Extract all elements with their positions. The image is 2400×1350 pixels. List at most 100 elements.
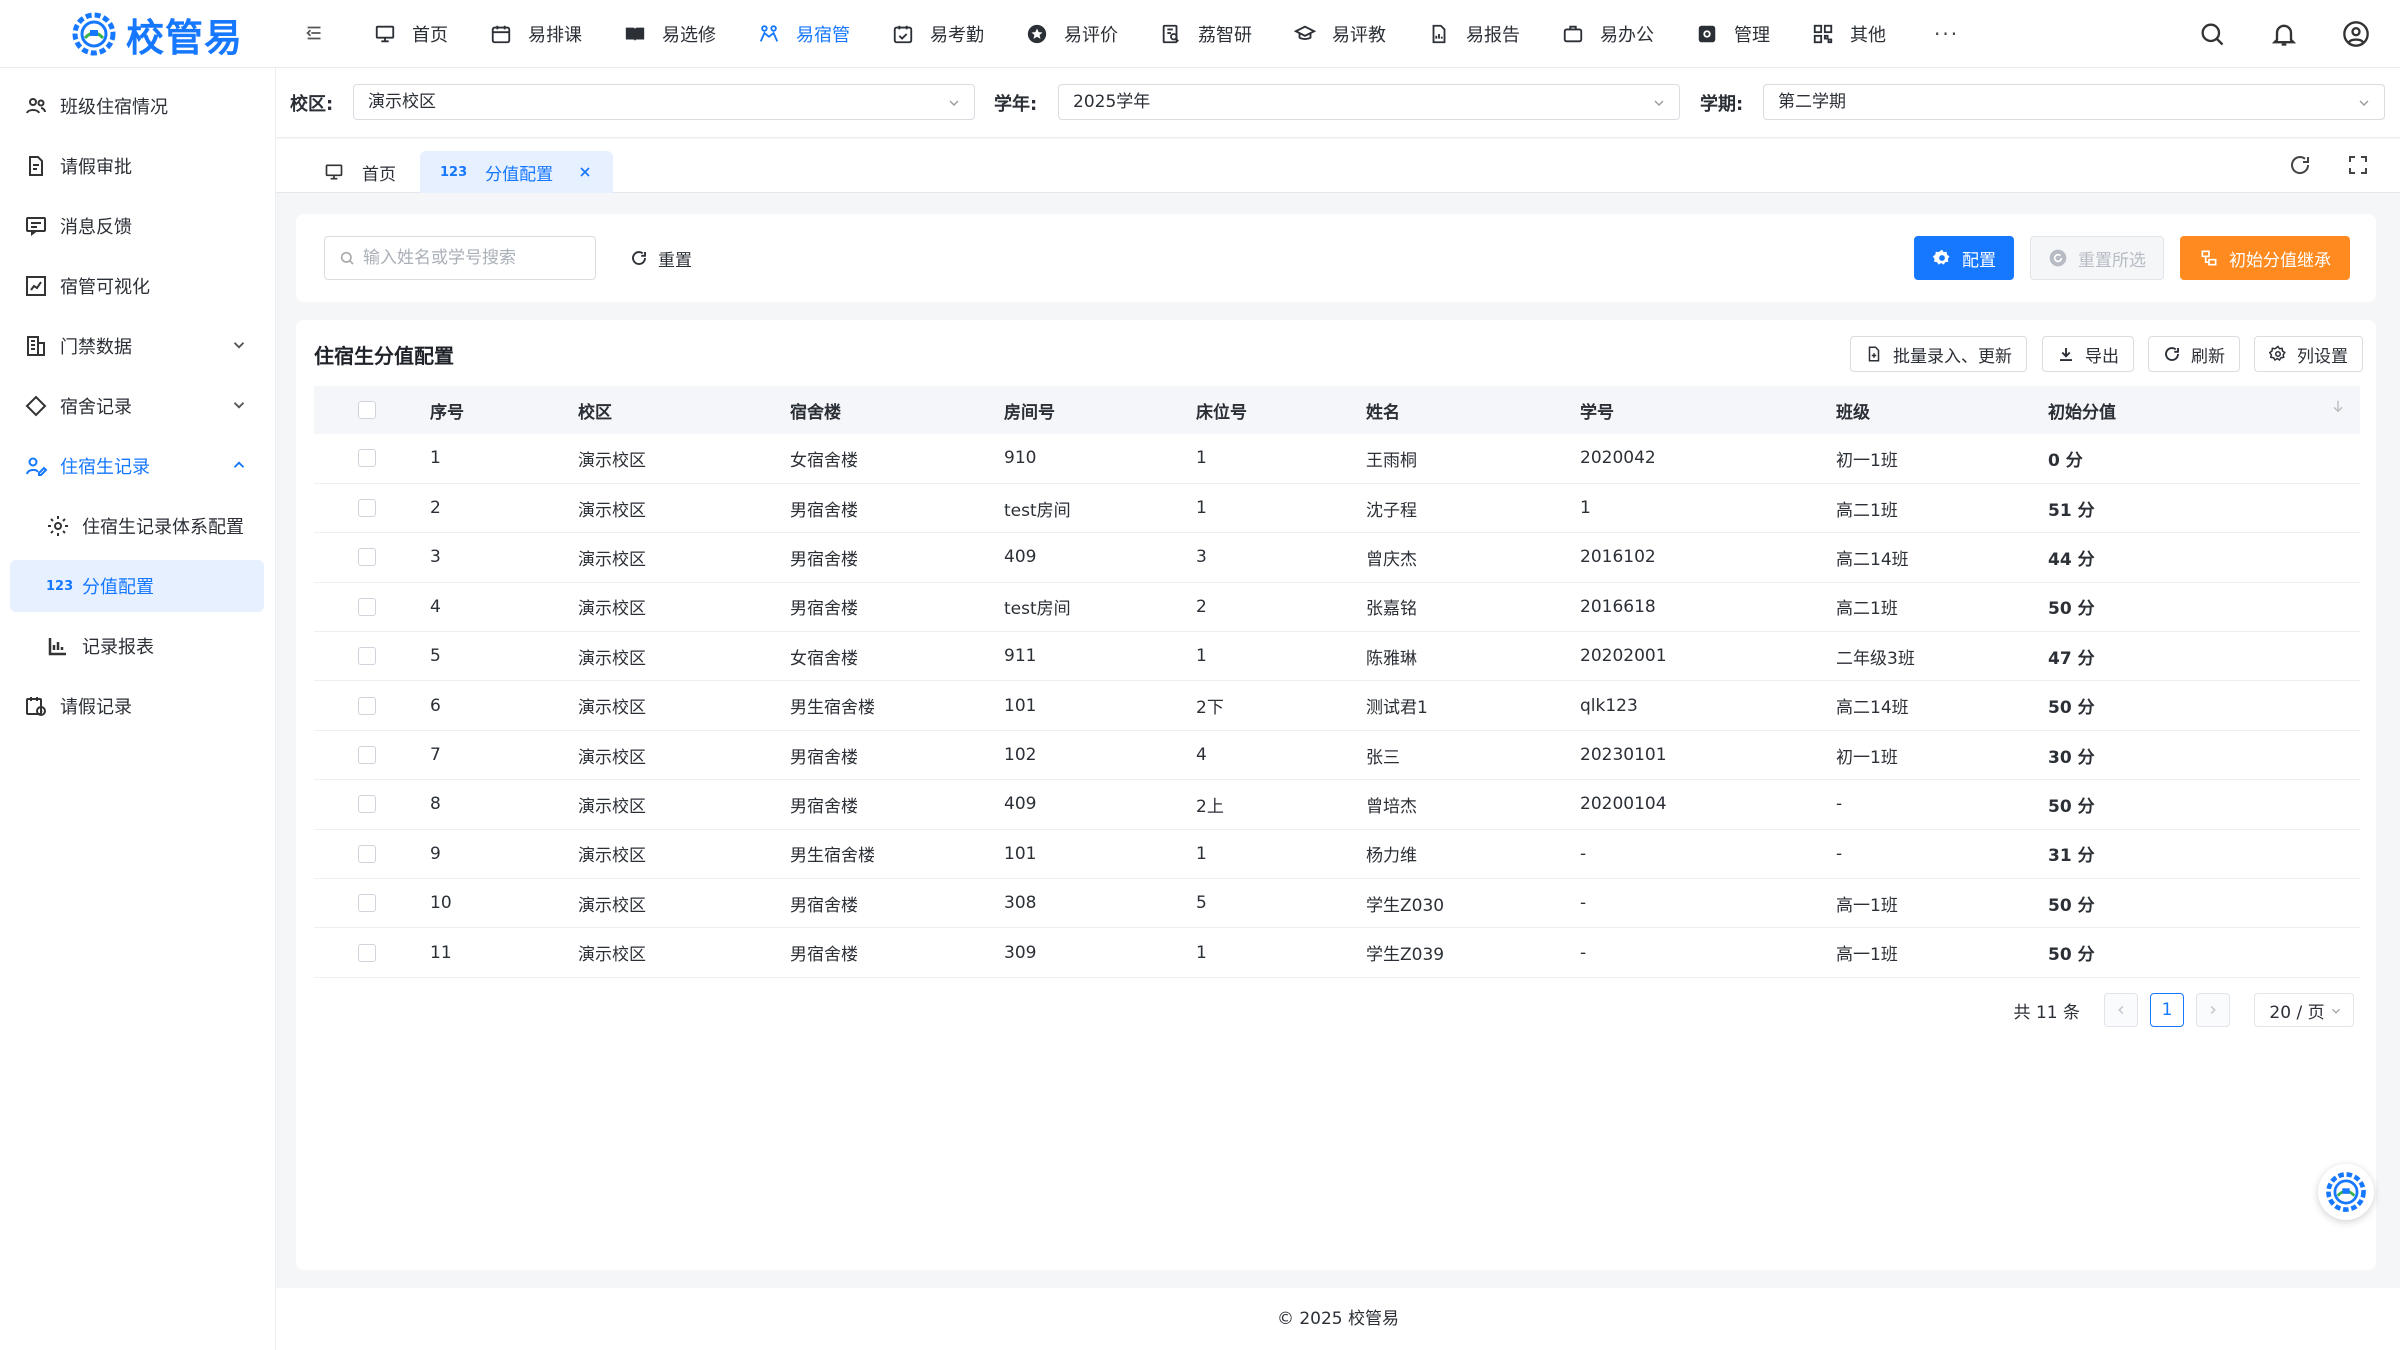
sidebar-item-dorm-visualization[interactable]: 宿管可视化 (10, 260, 264, 312)
row-select-cell[interactable] (314, 927, 430, 978)
sidebar-item-leave-approval[interactable]: 请假审批 (10, 140, 264, 192)
sidebar-item-record-report[interactable]: 记录报表 (10, 620, 264, 672)
table-cell: 2 (1196, 582, 1366, 633)
nav-electives[interactable]: 易选修 (620, 0, 740, 68)
sidebar-item-leave-records[interactable]: 请假记录 (10, 680, 264, 732)
nav-scheduling[interactable]: 易排课 (486, 0, 606, 68)
table-row[interactable]: 4 演示校区 男宿舍楼 test房间 2 张嘉铭 2016618 高二1班 50 分 (314, 582, 2360, 633)
refresh-button[interactable]: 刷新 (2148, 336, 2240, 372)
table-row[interactable]: 11 演示校区 男宿舍楼 309 1 学生Z039- 高一1班 50 分 (314, 927, 2360, 978)
table-row[interactable]: 6 演示校区 男生宿舍楼 101 2下 测试君1 qlk123 高二14班 50 分 (314, 680, 2360, 731)
nav-office[interactable]: 易办公 (1558, 0, 1678, 68)
reload-icon[interactable] (2288, 153, 2312, 177)
nav-reports[interactable]: 易报告 (1424, 0, 1544, 68)
row-select-cell[interactable] (314, 878, 430, 929)
row-select-cell[interactable] (314, 532, 430, 583)
more-menu-icon[interactable]: ··· (1934, 22, 1959, 46)
reset-button[interactable]: 重置 (630, 236, 692, 280)
export-button[interactable]: 导出 (2042, 336, 2134, 372)
search-input[interactable] (363, 248, 583, 268)
sidebar-item-label: 宿管可视化 (60, 277, 150, 298)
school-year-select[interactable]: 2025学年 (1058, 84, 1680, 120)
table-row[interactable]: 1 演示校区 女宿舍楼 910 1 王雨桐 2020042 初一1班 0 分 (314, 434, 2360, 484)
prev-page-button[interactable] (2104, 993, 2138, 1027)
nav-other[interactable]: 其他 (1808, 0, 1910, 68)
close-icon[interactable] (577, 164, 593, 180)
nav-dorm[interactable]: 易宿管 (754, 0, 874, 68)
nav-home[interactable]: 首页 (370, 0, 472, 68)
row-select-cell[interactable] (314, 680, 430, 731)
table-cell: test房间 (1004, 582, 1196, 633)
page-1-button[interactable]: 1 (2150, 993, 2184, 1027)
table-row[interactable]: 7 演示校区 男宿舍楼 102 4 张三 20230101 初一1班 30 分 (314, 730, 2360, 781)
term-select[interactable]: 第二学期 (1763, 84, 2385, 120)
table-row[interactable]: 10 演示校区 男宿舍楼 308 5 学生Z030- 高一1班 50 分 (314, 878, 2360, 929)
sidebar-item-record-system-config[interactable]: 住宿生记录体系配置 (10, 500, 264, 552)
table-cell: 陈雅琳 (1366, 631, 1580, 682)
row-checkbox[interactable] (358, 795, 376, 814)
row-checkbox[interactable] (358, 647, 376, 666)
tab-score-config[interactable]: 123 分值配置 (420, 151, 614, 193)
sidebar-item-label: 住宿生记录 (60, 457, 150, 478)
nav-teaching-eval[interactable]: 易评教 (1290, 0, 1410, 68)
nav-research[interactable]: 荔智研 (1156, 0, 1276, 68)
row-select-cell[interactable] (314, 829, 430, 880)
row-select-cell[interactable] (314, 582, 430, 633)
inherit-initial-score-button[interactable]: 初始分值继承 (2180, 236, 2350, 280)
bell-icon[interactable] (2270, 20, 2298, 48)
table-row[interactable]: 5 演示校区 女宿舍楼 911 1 陈雅琳 20202001 二年级3班 47 分 (314, 631, 2360, 682)
table-cell: 高二1班 (1836, 483, 2048, 534)
select-all-cell[interactable] (314, 386, 430, 434)
table-cell: 308 (1004, 878, 1196, 929)
config-button[interactable]: 配置 (1914, 236, 2014, 280)
sort-arrow-icon[interactable] (2330, 398, 2346, 414)
sidebar-item-label: 门禁数据 (60, 337, 132, 358)
app-logo[interactable]: 校管易 (68, 4, 243, 64)
assistant-float-button[interactable] (2318, 1164, 2374, 1220)
select-all-checkbox[interactable] (358, 401, 376, 419)
sidebar-item-dorm-records[interactable]: 宿舍记录 (10, 380, 264, 432)
row-select-cell[interactable] (314, 434, 430, 484)
table-row[interactable]: 2 演示校区 男宿舍楼 test房间 1 沈子程 1 高二1班 51 分 (314, 483, 2360, 534)
row-checkbox[interactable] (358, 499, 376, 518)
sidebar-item-message-feedback[interactable]: 消息反馈 (10, 200, 264, 252)
column-settings-button[interactable]: 列设置 (2254, 336, 2363, 372)
sidebar-item-class-accommodation[interactable]: 班级住宿情况 (10, 80, 264, 132)
fullscreen-icon[interactable] (2346, 153, 2370, 177)
score-column-header[interactable]: 初始分值 (2048, 386, 2360, 434)
nav-admin[interactable]: 管理 (1692, 0, 1794, 68)
campus-select[interactable]: 演示校区 (353, 84, 975, 120)
search-icon[interactable] (2198, 20, 2226, 48)
briefcase-icon (1563, 25, 1583, 43)
row-checkbox[interactable] (358, 746, 376, 765)
collapse-menu-icon[interactable] (304, 22, 330, 48)
row-checkbox[interactable] (358, 844, 376, 863)
search-box[interactable] (324, 236, 596, 280)
row-select-cell[interactable] (314, 483, 430, 534)
row-select-cell[interactable] (314, 730, 430, 781)
row-select-cell[interactable] (314, 631, 430, 682)
row-checkbox[interactable] (358, 894, 376, 913)
batch-entry-button[interactable]: 批量录入、更新 (1850, 336, 2027, 372)
row-checkbox[interactable] (358, 449, 376, 468)
nav-evaluation[interactable]: 易评价 (1022, 0, 1142, 68)
user-avatar-icon[interactable] (2342, 20, 2370, 48)
table-cell: 学生Z030 (1366, 878, 1580, 929)
row-checkbox[interactable] (358, 696, 376, 715)
page-size-select[interactable]: 20 / 页 (2254, 993, 2354, 1027)
row-checkbox[interactable] (358, 597, 376, 616)
sidebar-item-resident-records[interactable]: 住宿生记录 (10, 440, 264, 492)
table-row[interactable]: 3 演示校区 男宿舍楼 409 3 曾庆杰 2016102 高二14班 44 分 (314, 532, 2360, 583)
reset-selected-button[interactable]: 重置所选 (2030, 236, 2164, 280)
tab-home[interactable]: 首页 (304, 151, 416, 193)
nav-attendance[interactable]: 易考勤 (888, 0, 1008, 68)
sidebar-item-score-config[interactable]: 123 分值配置 (10, 560, 264, 612)
table-row[interactable]: 9 演示校区 男生宿舍楼 101 1 杨力维 - -31 分 (314, 829, 2360, 880)
sidebar-item-access-data[interactable]: 门禁数据 (10, 320, 264, 372)
table-row[interactable]: 8 演示校区 男宿舍楼 409 2上 曾培杰 20200104-50 分 (314, 779, 2360, 830)
row-checkbox[interactable] (358, 943, 376, 962)
table-cell: 演示校区 (578, 730, 790, 781)
next-page-button[interactable] (2196, 993, 2230, 1027)
row-select-cell[interactable] (314, 779, 430, 830)
row-checkbox[interactable] (358, 548, 376, 567)
